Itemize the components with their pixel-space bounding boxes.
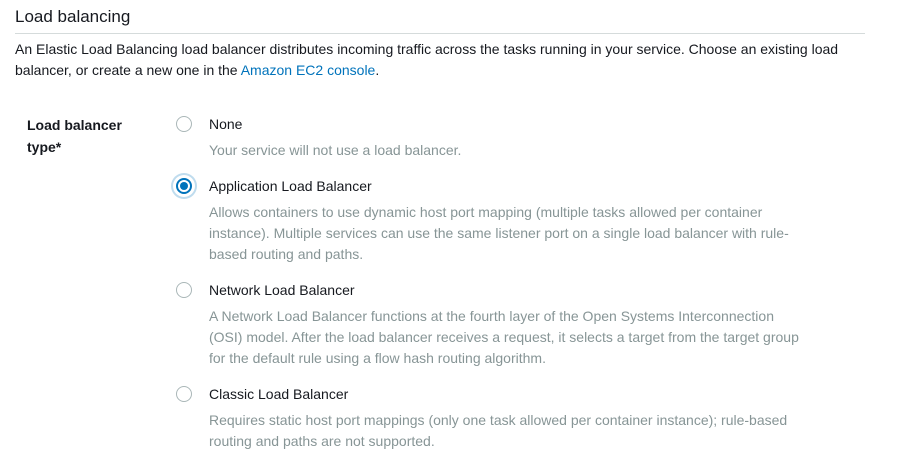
option-classic-load-balancer-label[interactable]: Classic Load Balancer [209,385,348,403]
option-network-load-balancer-description: A Network Load Balancer functions at the… [209,308,799,366]
description-prefix: An Elastic Load Balancing load balancer … [15,41,839,78]
radio-classic-load-balancer[interactable] [176,386,192,402]
section-divider [15,33,865,34]
option-classic-load-balancer-description: Requires static host port mappings (only… [209,412,788,449]
section-title: Load balancing [15,7,131,26]
ec2-console-link[interactable]: Amazon EC2 console [241,62,376,78]
section-description: An Elastic Load Balancing load balancer … [15,39,865,81]
radio-none[interactable] [176,116,192,132]
radio-application-load-balancer[interactable] [176,178,192,194]
description-suffix: . [375,62,380,78]
option-application-load-balancer-description: Allows containers to use dynamic host po… [209,204,789,262]
option-none-description: Your service will not use a load balance… [209,142,462,158]
option-network-load-balancer-label[interactable]: Network Load Balancer [209,281,355,299]
load-balancer-type-label: Load balancer type* [27,117,122,155]
option-none-label[interactable]: None [209,115,242,133]
radio-network-load-balancer[interactable] [176,282,192,298]
option-application-load-balancer-label[interactable]: Application Load Balancer [209,177,372,195]
load-balancing-section: Load balancing An Elastic Load Balancing… [0,0,904,473]
